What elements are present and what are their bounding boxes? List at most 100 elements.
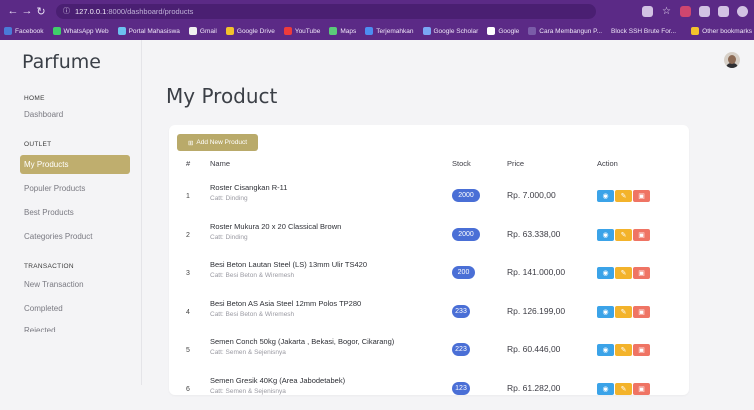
- sidepanel-icon[interactable]: [718, 5, 729, 17]
- row-actions: ◉ ✎ ▣: [597, 344, 650, 356]
- product-price: Rp. 63.338,00: [507, 228, 561, 239]
- trash-icon: ▣: [638, 270, 645, 277]
- share-icon[interactable]: [642, 5, 653, 17]
- row-number: 1: [186, 193, 190, 200]
- product-name: Semen Gresik 40Kg (Area Jabodetabek): [210, 375, 346, 385]
- sidebar-item-categories-product[interactable]: Categories Product: [24, 232, 92, 241]
- sidebar-item-dashboard[interactable]: Dashboard: [24, 110, 63, 119]
- edit-icon: ✎: [620, 270, 627, 277]
- avatar[interactable]: [724, 52, 740, 68]
- sidebar-item-my-products[interactable]: My Products: [20, 155, 130, 174]
- section-home: HOME: [24, 95, 45, 102]
- reload-icon[interactable]: ↻: [34, 5, 48, 18]
- extension-icon[interactable]: [680, 5, 691, 17]
- plus-square-icon: ⊞: [187, 139, 194, 147]
- col-header-action: Action: [597, 159, 618, 168]
- edit-button[interactable]: ✎: [615, 344, 632, 356]
- edit-button[interactable]: ✎: [615, 305, 632, 318]
- eye-icon: ◉: [602, 308, 609, 316]
- row-actions: ◉ ✎ ▣: [597, 228, 650, 241]
- row-number: 3: [186, 270, 190, 277]
- product-category: Catt: Besi Beton & Wiremesh: [210, 310, 295, 318]
- back-icon[interactable]: ←: [6, 5, 20, 17]
- product-price: Rp. 126.199,00: [507, 305, 566, 316]
- bookmark-item[interactable]: YouTube: [283, 27, 320, 35]
- table-row: 3 Besi Beton Lautan Steel (LS) 13mm Ulir…: [169, 258, 689, 294]
- url-host: 127.0.0.1: [75, 6, 107, 16]
- product-category: Catt: Semen & Sejenisnya: [210, 349, 286, 356]
- edit-button[interactable]: ✎: [615, 228, 632, 241]
- product-price: Rp. 61.282,00: [507, 382, 561, 393]
- view-button[interactable]: ◉: [597, 190, 614, 202]
- scholar-icon: [422, 27, 431, 35]
- eye-icon: ◉: [602, 385, 609, 393]
- sidebar-item-rejected[interactable]: Rejected: [24, 326, 56, 332]
- bookmark-item[interactable]: Portal Mahasiswa: [117, 27, 180, 35]
- bookmark-item[interactable]: Google Drive: [225, 27, 275, 35]
- col-header-price: Price: [507, 159, 525, 168]
- delete-button[interactable]: ▣: [633, 228, 650, 241]
- bookmark-star-icon[interactable]: ☆: [661, 6, 672, 17]
- delete-button[interactable]: ▣: [633, 267, 650, 279]
- bookmark-item[interactable]: Terjemahkan: [365, 27, 414, 35]
- sidebar-item-new-transaction[interactable]: New Transaction: [24, 280, 84, 289]
- eye-icon: ◉: [602, 193, 609, 200]
- maps-icon: [329, 27, 338, 35]
- product-price: Rp. 7.000,00: [507, 190, 556, 200]
- edit-icon: ✎: [620, 193, 627, 200]
- sidebar: Parfume HOME Dashboard OUTLET My Product…: [0, 40, 142, 385]
- folder-icon: [691, 27, 700, 35]
- view-button[interactable]: ◉: [597, 305, 614, 318]
- youtube-icon: [283, 27, 292, 35]
- product-name: Roster Cisangkan R-11: [210, 183, 288, 192]
- bookmark-item[interactable]: Gmail: [188, 27, 217, 35]
- trash-icon: ▣: [638, 308, 645, 316]
- sidebar-item-best-products[interactable]: Best Products: [24, 208, 74, 217]
- trash-icon: ▣: [638, 193, 645, 200]
- translate-icon: [365, 27, 374, 35]
- section-transaction: TRANSACTION: [24, 263, 74, 270]
- view-button[interactable]: ◉: [597, 344, 614, 356]
- bookmarks-bar: Facebook WhatsApp Web Portal Mahasiswa G…: [0, 22, 754, 40]
- bookmark-item[interactable]: Block SSH Brute For...: [611, 28, 676, 35]
- table-row: 4 Besi Beton AS Asia Steel 12mm Polos TP…: [169, 297, 689, 333]
- forward-icon[interactable]: →: [20, 5, 34, 17]
- extensions-puzzle-icon[interactable]: [699, 5, 710, 17]
- delete-button[interactable]: ▣: [633, 382, 650, 395]
- view-button[interactable]: ◉: [597, 228, 614, 241]
- edit-button[interactable]: ✎: [615, 382, 632, 395]
- edit-button[interactable]: ✎: [615, 190, 632, 202]
- delete-button[interactable]: ▣: [633, 305, 650, 318]
- edit-icon: ✎: [620, 385, 627, 393]
- table-row: 2 Roster Mukura 20 x 20 Classical Brown …: [169, 220, 689, 256]
- edit-button[interactable]: ✎: [615, 267, 632, 279]
- bookmark-item[interactable]: Google Scholar: [422, 27, 478, 35]
- view-button[interactable]: ◉: [597, 382, 614, 395]
- product-name: Besi Beton AS Asia Steel 12mm Polos TP28…: [210, 298, 362, 308]
- bookmark-item[interactable]: Facebook: [4, 27, 44, 35]
- facebook-icon: [4, 27, 12, 35]
- profile-icon[interactable]: [737, 5, 748, 17]
- sidebar-item-populer-products[interactable]: Populer Products: [24, 184, 85, 193]
- delete-button[interactable]: ▣: [633, 190, 650, 202]
- bookmark-item[interactable]: Maps: [329, 27, 356, 35]
- other-bookmarks[interactable]: Other bookmarks: [691, 27, 752, 35]
- trash-icon: ▣: [638, 231, 645, 239]
- row-actions: ◉ ✎ ▣: [597, 305, 650, 318]
- delete-button[interactable]: ▣: [633, 344, 650, 356]
- trash-icon: ▣: [638, 385, 645, 393]
- sidebar-item-completed[interactable]: Completed: [24, 304, 63, 313]
- col-header-stock: Stock: [452, 159, 471, 168]
- bookmark-item[interactable]: WhatsApp Web: [52, 27, 109, 35]
- bookmark-item[interactable]: Google: [487, 27, 519, 35]
- view-button[interactable]: ◉: [597, 267, 614, 279]
- row-number: 2: [186, 231, 190, 239]
- info-icon[interactable]: ⓘ: [63, 6, 70, 16]
- address-bar[interactable]: ⓘ 127.0.0.1:8000/dashboard/products: [56, 3, 596, 19]
- brand-title[interactable]: Parfume: [22, 51, 101, 73]
- page: Parfume HOME Dashboard OUTLET My Product…: [0, 40, 754, 395]
- add-product-button[interactable]: ⊞ Add New Product: [177, 134, 258, 151]
- bookmark-item[interactable]: Cara Membangun P...: [528, 27, 602, 35]
- product-category: Catt: Besi Beton & Wiremesh: [210, 272, 295, 279]
- main-content: My Product ⊞ Add New Product # Name Stoc…: [143, 40, 754, 395]
